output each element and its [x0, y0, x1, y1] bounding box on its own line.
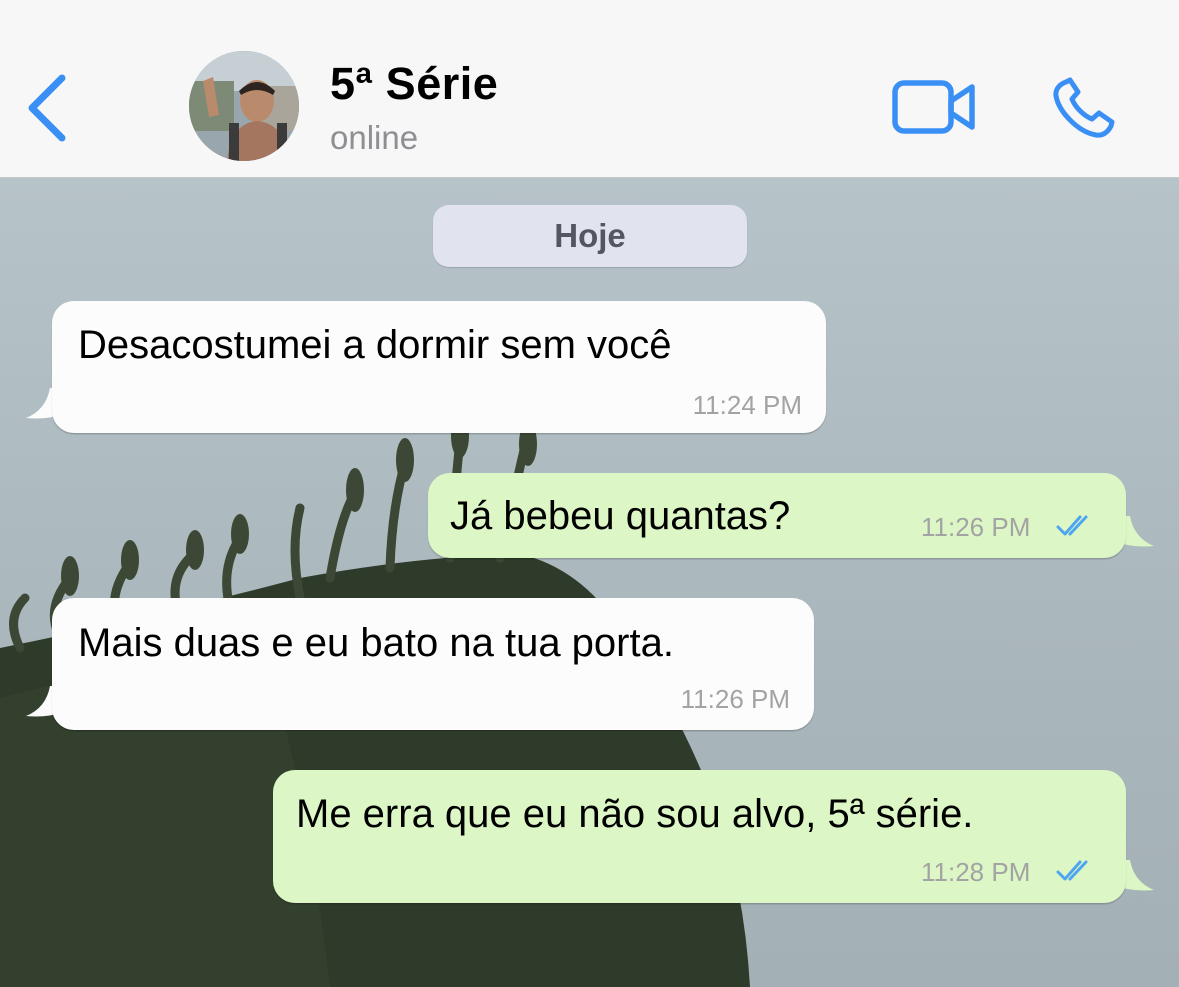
message-text: Já bebeu quantas?	[450, 494, 791, 538]
message-text: Me erra que eu não sou alvo, 5ª série.	[296, 792, 974, 836]
message-bubble-outgoing[interactable]: Já bebeu quantas? 11:26 PM	[428, 473, 1126, 558]
read-receipt-icon	[1056, 860, 1088, 881]
chat-area[interactable]: Hoje Desacostumei a dormir sem você 11:2…	[0, 178, 1179, 987]
back-button[interactable]	[22, 70, 72, 150]
read-receipt-icon	[1056, 515, 1088, 536]
message-bubble-incoming[interactable]: Desacostumei a dormir sem você 11:24 PM	[52, 301, 826, 433]
message-time: 11:26 PM	[680, 684, 790, 714]
avatar-photo	[189, 51, 299, 161]
contact-avatar[interactable]	[189, 51, 299, 161]
chat-header: 5ª Série online	[0, 0, 1179, 178]
message-bubble-incoming[interactable]: Mais duas e eu bato na tua porta. 11:26 …	[52, 598, 814, 730]
video-camera-icon	[892, 80, 975, 134]
message-bubble-outgoing[interactable]: Me erra que eu não sou alvo, 5ª série. 1…	[273, 770, 1126, 903]
video-call-button[interactable]	[890, 78, 978, 136]
message-text: Mais duas e eu bato na tua porta.	[78, 621, 674, 665]
date-separator: Hoje	[433, 205, 747, 267]
contact-status: online	[330, 119, 419, 156]
contact-name[interactable]: 5ª Série	[330, 58, 498, 110]
chevron-left-icon	[28, 74, 66, 142]
phone-icon	[1053, 77, 1115, 138]
voice-call-button[interactable]	[1050, 76, 1120, 140]
message-time: 11:24 PM	[692, 390, 802, 420]
message-time: 11:28 PM	[921, 857, 1031, 887]
message-time: 11:26 PM	[921, 512, 1031, 542]
message-text: Desacostumei a dormir sem você	[78, 323, 672, 367]
